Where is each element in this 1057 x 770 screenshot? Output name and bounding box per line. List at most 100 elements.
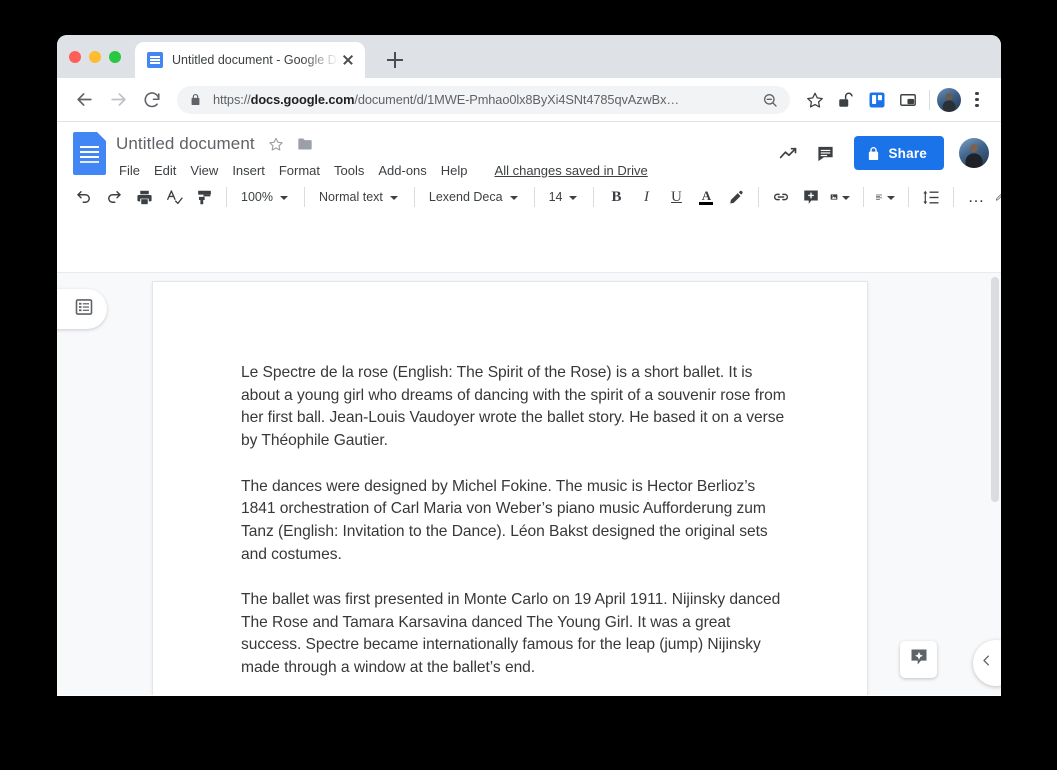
toolbar-divider (226, 187, 227, 207)
font-family-value: Lexend Deca (429, 190, 503, 204)
document-paragraph: The dances were designed by Michel Fokin… (241, 476, 787, 567)
activity-trend-icon[interactable] (771, 136, 805, 170)
close-tab-icon[interactable] (339, 51, 357, 69)
browser-window: Untitled document - Google Do https://do… (57, 35, 1001, 696)
comment-icon[interactable] (808, 136, 842, 170)
trello-extension-icon[interactable] (863, 86, 891, 114)
profile-avatar[interactable] (937, 88, 961, 112)
lock-icon (867, 146, 880, 161)
explore-icon (909, 647, 929, 672)
text-color-label: A (702, 190, 711, 201)
toolbar-divider (929, 90, 930, 110)
more-options-button[interactable]: … (963, 184, 989, 210)
reload-icon[interactable] (137, 85, 167, 115)
italic-label: I (644, 189, 649, 206)
star-icon[interactable] (268, 136, 284, 152)
editing-mode-pencil-icon[interactable] (993, 184, 1001, 210)
browser-toolbar: https://docs.google.com/document/d/1MWE-… (57, 78, 1001, 122)
link-icon[interactable] (768, 184, 794, 210)
chrome-menu-icon[interactable] (965, 92, 989, 108)
paint-format-icon[interactable] (191, 184, 217, 210)
add-comment-icon[interactable] (798, 184, 824, 210)
paragraph-style-value: Normal text (319, 190, 383, 204)
undo-icon[interactable] (71, 184, 97, 210)
zoom-out-icon[interactable] (762, 92, 780, 108)
maximize-window-button[interactable] (109, 51, 121, 63)
document-page[interactable]: Le Spectre de la rose (English: The Spir… (152, 281, 868, 695)
document-canvas: Le Spectre de la rose (English: The Spir… (57, 272, 1001, 695)
highlight-icon[interactable] (723, 184, 749, 210)
google-docs-favicon (147, 52, 163, 68)
explore-button[interactable] (900, 641, 937, 678)
new-tab-icon[interactable] (384, 49, 406, 71)
align-left-icon[interactable] (873, 184, 899, 210)
document-outline-icon (74, 297, 94, 322)
text-color-swatch (699, 202, 713, 205)
font-size-dropdown[interactable]: 14 (542, 184, 587, 210)
picture-in-picture-icon[interactable] (894, 86, 922, 114)
document-paragraph: The ballet was first presented in Monte … (241, 589, 787, 680)
account-avatar[interactable] (959, 138, 989, 168)
menu-format[interactable]: Format (272, 161, 327, 180)
underline-button[interactable]: U (663, 184, 689, 210)
docs-app: Untitled document File Edit View Insert … (57, 122, 1001, 695)
toolbar-divider (304, 187, 305, 207)
chevron-down-icon (390, 196, 398, 200)
toolbar-divider (593, 187, 594, 207)
document-title[interactable]: Untitled document (116, 134, 255, 154)
redo-icon[interactable] (101, 184, 127, 210)
address-bar[interactable]: https://docs.google.com/document/d/1MWE-… (177, 86, 790, 114)
docs-header: Untitled document File Edit View Insert … (57, 122, 1001, 179)
save-status[interactable]: All changes saved in Drive (495, 163, 648, 178)
scrollbar-thumb[interactable] (991, 277, 999, 502)
bookmark-star-icon[interactable] (801, 86, 829, 114)
forward-arrow-icon[interactable] (103, 85, 133, 115)
expand-side-panel-button[interactable] (973, 640, 1001, 686)
line-spacing-icon[interactable] (918, 184, 944, 210)
share-button-label: Share (888, 146, 927, 161)
vertical-scrollbar[interactable] (988, 273, 1001, 695)
minimize-window-button[interactable] (89, 51, 101, 63)
docs-header-actions: Share (771, 136, 989, 170)
url-text: https://docs.google.com/document/d/1MWE-… (213, 92, 762, 107)
paragraph-style-dropdown[interactable]: Normal text (312, 184, 407, 210)
toolbar-divider (953, 187, 954, 207)
spellcheck-icon[interactable] (161, 184, 187, 210)
menu-add-ons[interactable]: Add-ons (371, 161, 433, 180)
menu-tools[interactable]: Tools (327, 161, 371, 180)
tab-title: Untitled document - Google Do (172, 53, 339, 67)
chevron-down-icon (887, 196, 895, 200)
zoom-level-dropdown[interactable]: 100% (234, 184, 297, 210)
menu-edit[interactable]: Edit (147, 161, 183, 180)
browser-tab[interactable]: Untitled document - Google Do (135, 42, 365, 78)
toolbar-divider (414, 187, 415, 207)
menu-help[interactable]: Help (434, 161, 475, 180)
menu-insert[interactable]: Insert (225, 161, 272, 180)
font-size-value: 14 (549, 190, 563, 204)
text-color-button[interactable]: A (693, 184, 719, 210)
document-body[interactable]: Le Spectre de la rose (English: The Spir… (153, 282, 867, 680)
back-arrow-icon[interactable] (69, 85, 99, 115)
close-window-button[interactable] (69, 51, 81, 63)
italic-button[interactable]: I (633, 184, 659, 210)
zoom-level-value: 100% (241, 190, 273, 204)
toolbar-divider (534, 187, 535, 207)
print-icon[interactable] (131, 184, 157, 210)
menu-file[interactable]: File (116, 161, 147, 180)
document-paragraph: Le Spectre de la rose (English: The Spir… (241, 362, 787, 453)
move-to-folder-icon[interactable] (297, 137, 313, 151)
chevron-down-icon (842, 196, 850, 200)
window-controls (69, 51, 121, 63)
insert-image-icon[interactable] (828, 184, 854, 210)
share-button[interactable]: Share (854, 136, 944, 170)
toolbar-divider (863, 187, 864, 207)
bold-button[interactable]: B (603, 184, 629, 210)
unlocked-padlock-extension-icon[interactable] (832, 86, 860, 114)
google-docs-logo (73, 132, 106, 175)
document-outline-toggle[interactable] (57, 289, 107, 329)
chevron-down-icon (280, 196, 288, 200)
menu-view[interactable]: View (183, 161, 225, 180)
chevron-left-icon (979, 653, 994, 673)
font-family-dropdown[interactable]: Lexend Deca (422, 184, 527, 210)
chevron-down-icon (510, 196, 518, 200)
